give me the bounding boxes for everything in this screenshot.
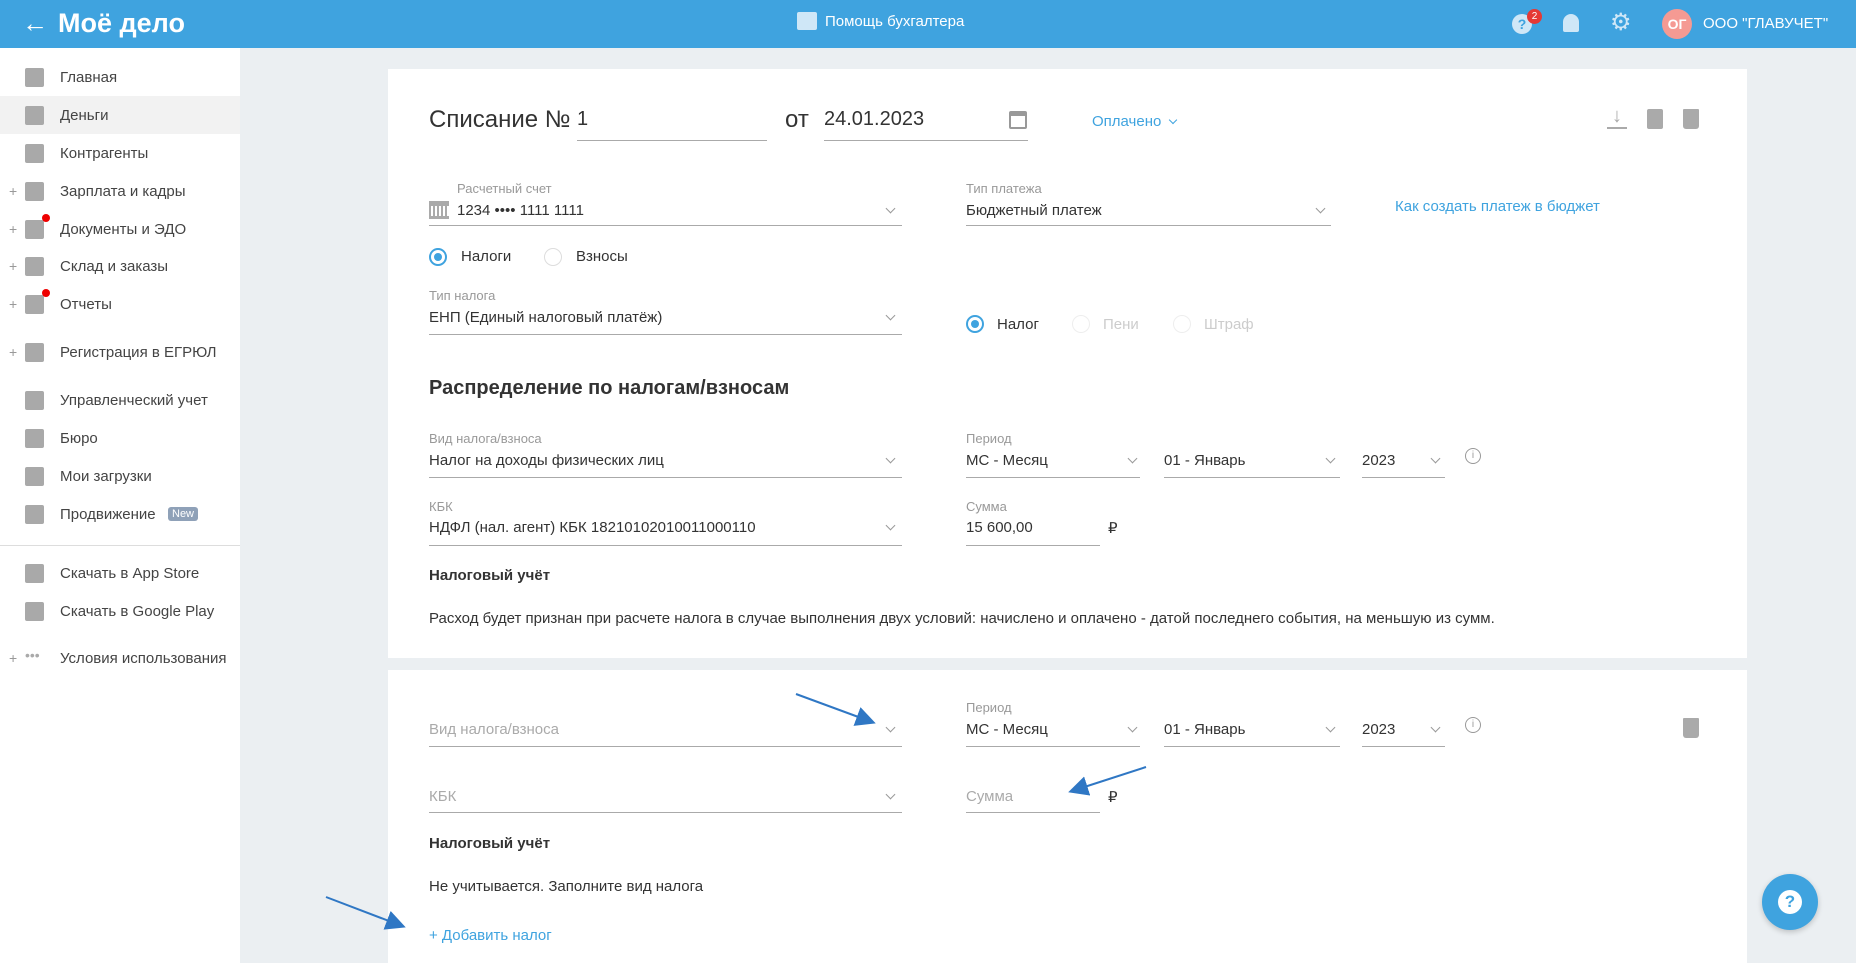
- arrow-to-tax-kind: [795, 693, 876, 726]
- arrow-to-sum: [1068, 766, 1147, 796]
- arrow-to-add-tax: [325, 896, 406, 930]
- annotation-arrows: [325, 693, 1147, 930]
